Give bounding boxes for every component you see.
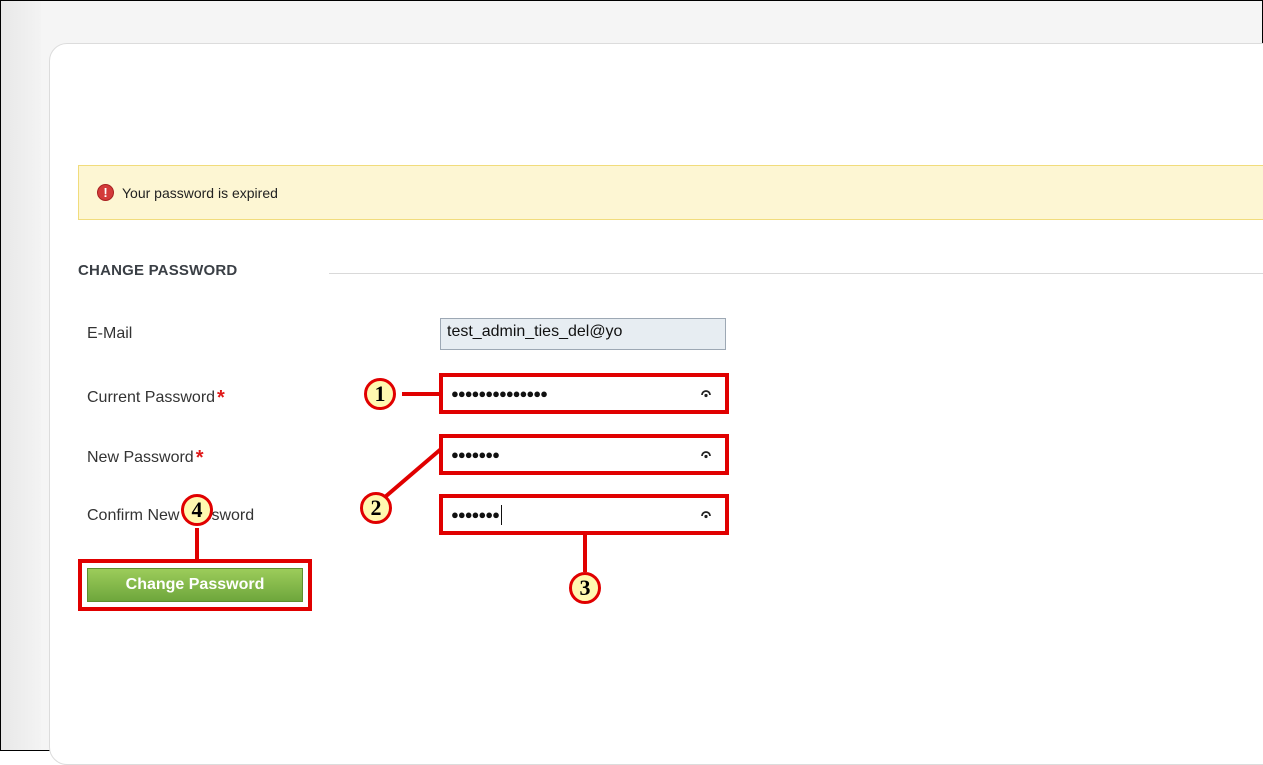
callout-1: 1 — [364, 378, 396, 410]
change-password-highlight: Change Password — [78, 559, 312, 611]
text-caret — [500, 504, 502, 525]
new-password-value: ●●●●●●● — [451, 447, 500, 462]
eye-icon[interactable] — [701, 389, 711, 399]
required-asterisk: * — [217, 387, 225, 409]
confirm-password-input[interactable]: ●●●●●●● — [439, 494, 729, 535]
new-password-label-text: New Password — [87, 449, 194, 466]
required-asterisk: * — [195, 447, 204, 469]
email-label: E-Mail — [87, 325, 132, 343]
eye-icon[interactable] — [701, 510, 711, 520]
email-field[interactable]: test_admin_ties_del@yo — [440, 318, 726, 350]
current-password-value: ●●●●●●●●●●●●●● — [451, 386, 548, 401]
callout-4: 4 — [181, 494, 213, 526]
email-label-text: E-Mail — [87, 325, 133, 342]
callout-3: 3 — [569, 572, 601, 604]
current-password-input[interactable]: ●●●●●●●●●●●●●● — [439, 373, 729, 414]
current-password-label: Current Password * — [87, 385, 225, 409]
callout-2: 2 — [360, 492, 392, 524]
new-password-input[interactable]: ●●●●●●● — [439, 434, 729, 475]
change-password-button[interactable]: Change Password — [87, 568, 303, 602]
expired-alert: ! Your password is expired — [78, 165, 1263, 220]
confirm-password-value: ●●●●●●● — [451, 507, 500, 522]
section-divider — [329, 273, 1263, 274]
error-icon: ! — [97, 184, 114, 201]
new-password-label: New Password * — [87, 445, 204, 469]
alert-message: Your password is expired — [122, 184, 278, 201]
confirm-password-label-text: Confirm New Password — [87, 507, 255, 524]
eye-icon[interactable] — [701, 450, 711, 460]
current-password-label-text: Current Password — [87, 389, 216, 406]
section-title: CHANGE PASSWORD — [78, 262, 238, 279]
confirm-password-label: Confirm New Password — [87, 507, 254, 525]
